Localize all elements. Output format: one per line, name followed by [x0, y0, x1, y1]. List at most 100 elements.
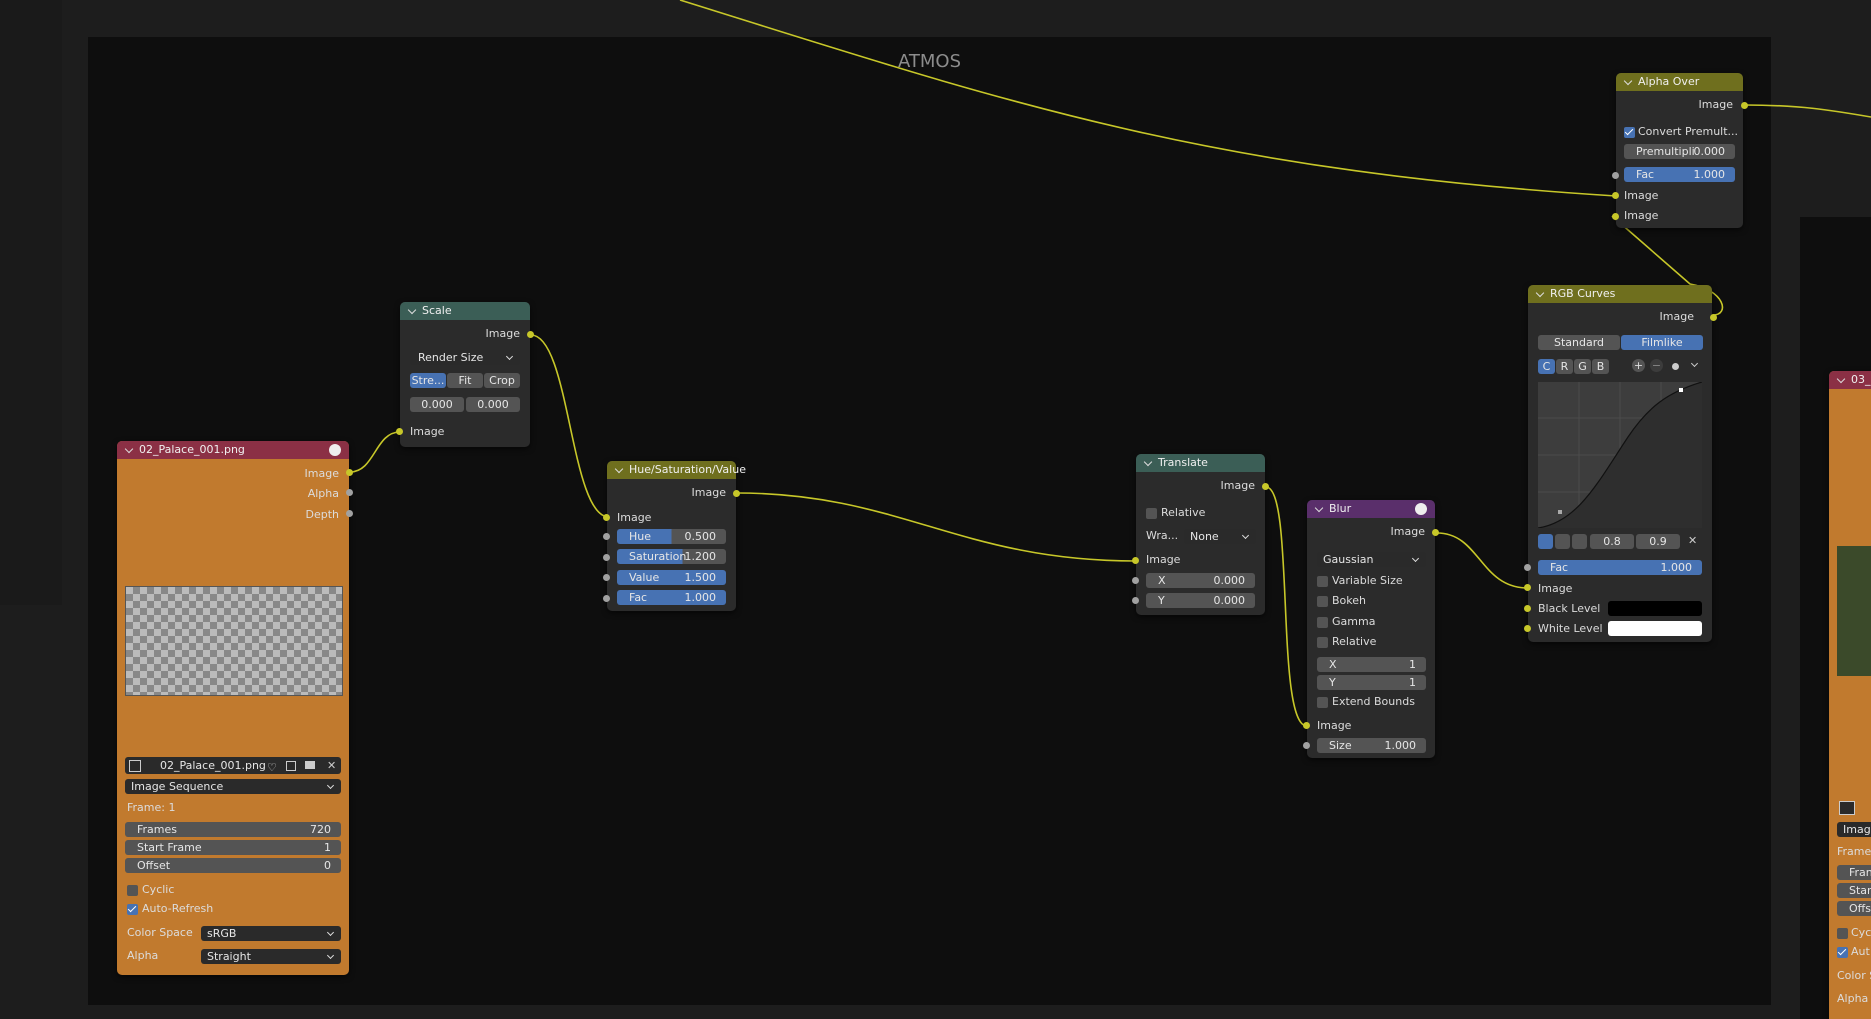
blur-size-socket[interactable] [1303, 742, 1310, 749]
alpha-over-input2-socket[interactable] [1612, 213, 1619, 220]
blur-y-field[interactable]: Y 1 [1317, 675, 1426, 690]
right-image-node[interactable]: 03_( Image Frame: Fran Star Offs Cyc Aut… [1829, 371, 1871, 1019]
filmlike-tab[interactable]: Filmlike [1621, 335, 1703, 350]
blur-x-field[interactable]: X 1 [1317, 657, 1426, 672]
scale-node-header[interactable]: Scale [400, 302, 530, 320]
source-dropdown[interactable]: Image Sequence [125, 779, 341, 794]
black-level-socket[interactable] [1524, 605, 1531, 612]
value-field[interactable]: Value 1.500 [617, 570, 726, 585]
right-start-field[interactable]: Star [1837, 883, 1871, 898]
alpha-over-output-socket[interactable] [1741, 102, 1748, 109]
chevron-down-icon[interactable] [1690, 359, 1699, 368]
scale-node[interactable]: Scale Image Render Size Stre... Fit Crop… [400, 302, 530, 447]
blur-input-socket[interactable] [1303, 722, 1310, 729]
translate-node-header[interactable]: Translate [1136, 454, 1265, 472]
frames-field[interactable]: Frames 720 [125, 822, 341, 837]
wrap-dropdown[interactable]: None [1184, 529, 1256, 544]
node-preview-icon[interactable] [1415, 503, 1427, 515]
gamma-checkbox[interactable] [1317, 617, 1328, 628]
start-frame-field[interactable]: Start Frame 1 [125, 840, 341, 855]
color-space-dropdown[interactable]: sRGB [201, 926, 341, 941]
blur-node-header[interactable]: Blur [1307, 500, 1435, 518]
zoom-out-icon[interactable]: − [1650, 359, 1663, 372]
image-filename-field[interactable]: 02_Palace_001.png ♡ ✕ [125, 757, 341, 774]
scale-input-socket[interactable] [396, 428, 403, 435]
translate-input-socket[interactable] [1132, 557, 1139, 564]
channel-g-button[interactable]: G [1574, 359, 1591, 374]
blur-size-field[interactable]: Size 1.000 [1317, 738, 1426, 753]
zoom-in-icon[interactable]: + [1632, 359, 1645, 372]
hsv-node[interactable]: Hue/Saturation/Value Image Image Hue 0.5… [607, 461, 746, 611]
translate-y-socket[interactable] [1132, 597, 1139, 604]
translate-y-field[interactable]: Y 0.000 [1146, 593, 1255, 608]
fake-user-icon[interactable]: ♡ [267, 759, 277, 776]
rgb-curves-node[interactable]: RGB Curves Image Standard Filmlike C R G… [1528, 285, 1712, 642]
image-type-icon[interactable] [129, 760, 141, 772]
curves-fac-socket[interactable] [1524, 564, 1531, 571]
hsv-node-header[interactable]: Hue/Saturation/Value [607, 461, 746, 479]
alpha-over-header[interactable]: Alpha Over [1616, 73, 1743, 91]
alpha-over-input1-socket[interactable] [1612, 192, 1619, 199]
hsv-output-socket[interactable] [733, 490, 740, 497]
depth-output-socket[interactable] [346, 510, 353, 517]
stretch-button[interactable]: Stre... [410, 373, 446, 388]
image-node-header[interactable]: 02_Palace_001.png [117, 441, 349, 459]
image-node[interactable]: 02_Palace_001.png Image Alpha Depth 02_P… [117, 441, 349, 975]
curve-handle-vector[interactable] [1555, 534, 1570, 549]
crop-button[interactable]: Crop [484, 373, 520, 388]
curves-output-socket[interactable] [1710, 314, 1717, 321]
blur-output-socket[interactable] [1432, 529, 1439, 536]
offset-x-field[interactable]: 0.000 [410, 397, 464, 412]
translate-output-socket[interactable] [1262, 483, 1269, 490]
right-frames-field[interactable]: Fran [1837, 865, 1871, 880]
curves-input-socket[interactable] [1524, 584, 1531, 591]
delete-point-icon[interactable]: ✕ [1688, 534, 1697, 547]
translate-x-socket[interactable] [1132, 577, 1139, 584]
close-icon[interactable]: ✕ [327, 757, 336, 774]
white-level-swatch[interactable] [1608, 621, 1702, 636]
alpha-dropdown[interactable]: Straight [201, 949, 341, 964]
cyclic-checkbox[interactable] [127, 885, 138, 896]
curve-handle-auto[interactable] [1538, 534, 1553, 549]
right-cyclic-checkbox[interactable] [1837, 928, 1848, 939]
extend-bounds-checkbox[interactable] [1317, 697, 1328, 708]
scale-mode-dropdown[interactable]: Render Size [410, 350, 520, 365]
channel-r-button[interactable]: R [1556, 359, 1573, 374]
auto-refresh-checkbox[interactable] [127, 904, 138, 915]
alpha-output-socket[interactable] [346, 489, 353, 496]
premultiply-field[interactable]: Premultipli 0.000 [1624, 144, 1735, 159]
variable-size-checkbox[interactable] [1317, 576, 1328, 587]
curves-node-header[interactable]: RGB Curves [1528, 285, 1712, 303]
alpha-over-fac-socket[interactable] [1612, 172, 1619, 179]
hsv-input-socket[interactable] [603, 514, 610, 521]
value-socket[interactable] [603, 574, 610, 581]
alpha-over-node[interactable]: Alpha Over Image Convert Premult... Prem… [1616, 73, 1743, 228]
curve-point-y-field[interactable]: 0.9 [1636, 534, 1680, 549]
offset-y-field[interactable]: 0.000 [466, 397, 520, 412]
translate-x-field[interactable]: X 0.000 [1146, 573, 1255, 588]
curve-handle-free[interactable] [1572, 534, 1587, 549]
fit-button[interactable]: Fit [447, 373, 483, 388]
convert-premult-checkbox[interactable] [1624, 127, 1635, 138]
standard-tab[interactable]: Standard [1538, 335, 1620, 350]
right-node-header[interactable]: 03_( [1829, 371, 1871, 389]
hue-field[interactable]: Hue 0.500 [617, 529, 726, 544]
hsv-fac-socket[interactable] [603, 595, 610, 602]
right-source-field[interactable]: Image [1837, 822, 1871, 837]
duplicate-icon[interactable] [286, 761, 296, 771]
right-image-type-icon[interactable] [1839, 801, 1855, 815]
right-offset-field[interactable]: Offs [1837, 901, 1871, 916]
image-output-socket[interactable] [346, 469, 353, 476]
translate-relative-checkbox[interactable] [1146, 508, 1157, 519]
curve-graph[interactable] [1538, 382, 1702, 528]
curve-tools-icon[interactable] [1672, 363, 1679, 370]
right-auto-refresh-checkbox[interactable] [1837, 947, 1848, 958]
blur-filter-dropdown[interactable]: Gaussian [1317, 552, 1426, 567]
white-level-socket[interactable] [1524, 625, 1531, 632]
channel-b-button[interactable]: B [1592, 359, 1609, 374]
scale-output-socket[interactable] [527, 331, 534, 338]
blur-relative-checkbox[interactable] [1317, 637, 1328, 648]
alpha-over-fac-field[interactable]: Fac 1.000 [1624, 167, 1735, 182]
saturation-field[interactable]: Saturation 1.200 [617, 549, 726, 564]
black-level-swatch[interactable] [1608, 601, 1702, 616]
